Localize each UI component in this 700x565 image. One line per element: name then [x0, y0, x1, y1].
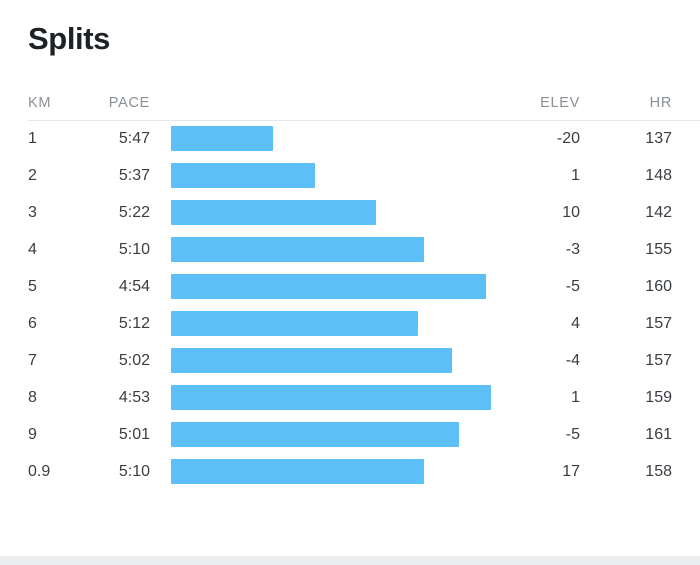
- cell-pace: 4:54: [118, 278, 150, 295]
- cell-km: 1: [28, 130, 37, 147]
- table-row[interactable]: 0.9 5:10 17 158: [0, 453, 700, 490]
- pace-bar: [171, 274, 486, 299]
- header-divider: [28, 120, 700, 121]
- column-header-elev: ELEV: [540, 95, 580, 111]
- cell-hr: 142: [645, 204, 672, 221]
- table-row[interactable]: 3 5:22 10 142: [0, 194, 700, 231]
- pace-bar: [171, 422, 459, 447]
- splits-card: Splits KM PACE ELEV HR 1 5:47 -20 137 2 5:37 1…: [0, 0, 700, 556]
- table-row[interactable]: 5 4:54 -5 160: [0, 268, 700, 305]
- cell-hr: 159: [645, 389, 672, 406]
- splits-table: KM PACE ELEV HR 1 5:47 -20 137 2 5:37 1 148 3 5:2…: [0, 86, 700, 490]
- cell-elev: 1: [571, 167, 580, 184]
- cell-hr: 161: [645, 426, 672, 443]
- cell-km: 6: [28, 315, 37, 332]
- column-header-pace: PACE: [108, 95, 150, 111]
- pace-bar-cell: [171, 163, 315, 188]
- pace-bar: [171, 459, 424, 484]
- cell-km: 5: [28, 278, 37, 295]
- column-header-hr: HR: [649, 95, 672, 111]
- cell-hr: 155: [645, 241, 672, 258]
- pace-bar: [171, 200, 376, 225]
- table-body: 1 5:47 -20 137 2 5:37 1 148 3 5:22 10 142 4 5:10 -3 155…: [0, 120, 700, 490]
- cell-pace: 4:53: [118, 389, 150, 406]
- cell-elev: -5: [565, 426, 580, 443]
- pace-bar-cell: [171, 200, 376, 225]
- cell-km: 0.9: [28, 463, 51, 480]
- table-row[interactable]: 4 5:10 -3 155: [0, 231, 700, 268]
- cell-elev: -3: [565, 241, 580, 258]
- column-header-km: KM: [28, 95, 52, 111]
- cell-pace: 5:37: [118, 167, 150, 184]
- cell-pace: 5:12: [118, 315, 150, 332]
- pace-bar-cell: [171, 385, 491, 410]
- cell-pace: 5:02: [118, 352, 150, 369]
- pace-bar-cell: [171, 422, 459, 447]
- cell-hr: 157: [645, 315, 672, 332]
- page-title: Splits: [28, 21, 111, 56]
- cell-hr: 148: [645, 167, 672, 184]
- cell-hr: 157: [645, 352, 672, 369]
- cell-km: 7: [28, 352, 37, 369]
- pace-bar: [171, 311, 418, 336]
- pace-bar-cell: [171, 348, 452, 373]
- pace-bar-cell: [171, 237, 424, 262]
- cell-km: 3: [28, 204, 37, 221]
- cell-pace: 5:47: [118, 130, 150, 147]
- cell-hr: 158: [645, 463, 672, 480]
- pace-bar: [171, 237, 424, 262]
- cell-elev: -5: [565, 278, 580, 295]
- cell-km: 2: [28, 167, 37, 184]
- cell-elev: 1: [571, 389, 580, 406]
- cell-km: 8: [28, 389, 37, 406]
- pace-bar-cell: [171, 459, 424, 484]
- cell-elev: 4: [571, 315, 580, 332]
- pace-bar: [171, 348, 452, 373]
- page-background-strip: [0, 556, 700, 565]
- pace-bar-cell: [171, 311, 418, 336]
- pace-bar: [171, 163, 315, 188]
- pace-bar: [171, 126, 273, 151]
- cell-pace: 5:22: [118, 204, 150, 221]
- table-row[interactable]: 6 5:12 4 157: [0, 305, 700, 342]
- table-row[interactable]: 7 5:02 -4 157: [0, 342, 700, 379]
- cell-elev: -4: [565, 352, 580, 369]
- table-row[interactable]: 1 5:47 -20 137: [0, 120, 700, 157]
- table-header-row: KM PACE ELEV HR: [0, 86, 700, 120]
- cell-hr: 160: [645, 278, 672, 295]
- pace-bar: [171, 385, 491, 410]
- cell-hr: 137: [645, 130, 672, 147]
- cell-km: 4: [28, 241, 37, 258]
- cell-pace: 5:10: [118, 241, 150, 258]
- cell-elev: -20: [556, 130, 580, 147]
- table-row[interactable]: 2 5:37 1 148: [0, 157, 700, 194]
- table-row[interactable]: 9 5:01 -5 161: [0, 416, 700, 453]
- pace-bar-cell: [171, 126, 273, 151]
- pace-bar-cell: [171, 274, 486, 299]
- cell-pace: 5:01: [118, 426, 150, 443]
- table-row[interactable]: 8 4:53 1 159: [0, 379, 700, 416]
- cell-pace: 5:10: [118, 463, 150, 480]
- cell-km: 9: [28, 426, 37, 443]
- cell-elev: 17: [562, 463, 580, 480]
- cell-elev: 10: [562, 204, 580, 221]
